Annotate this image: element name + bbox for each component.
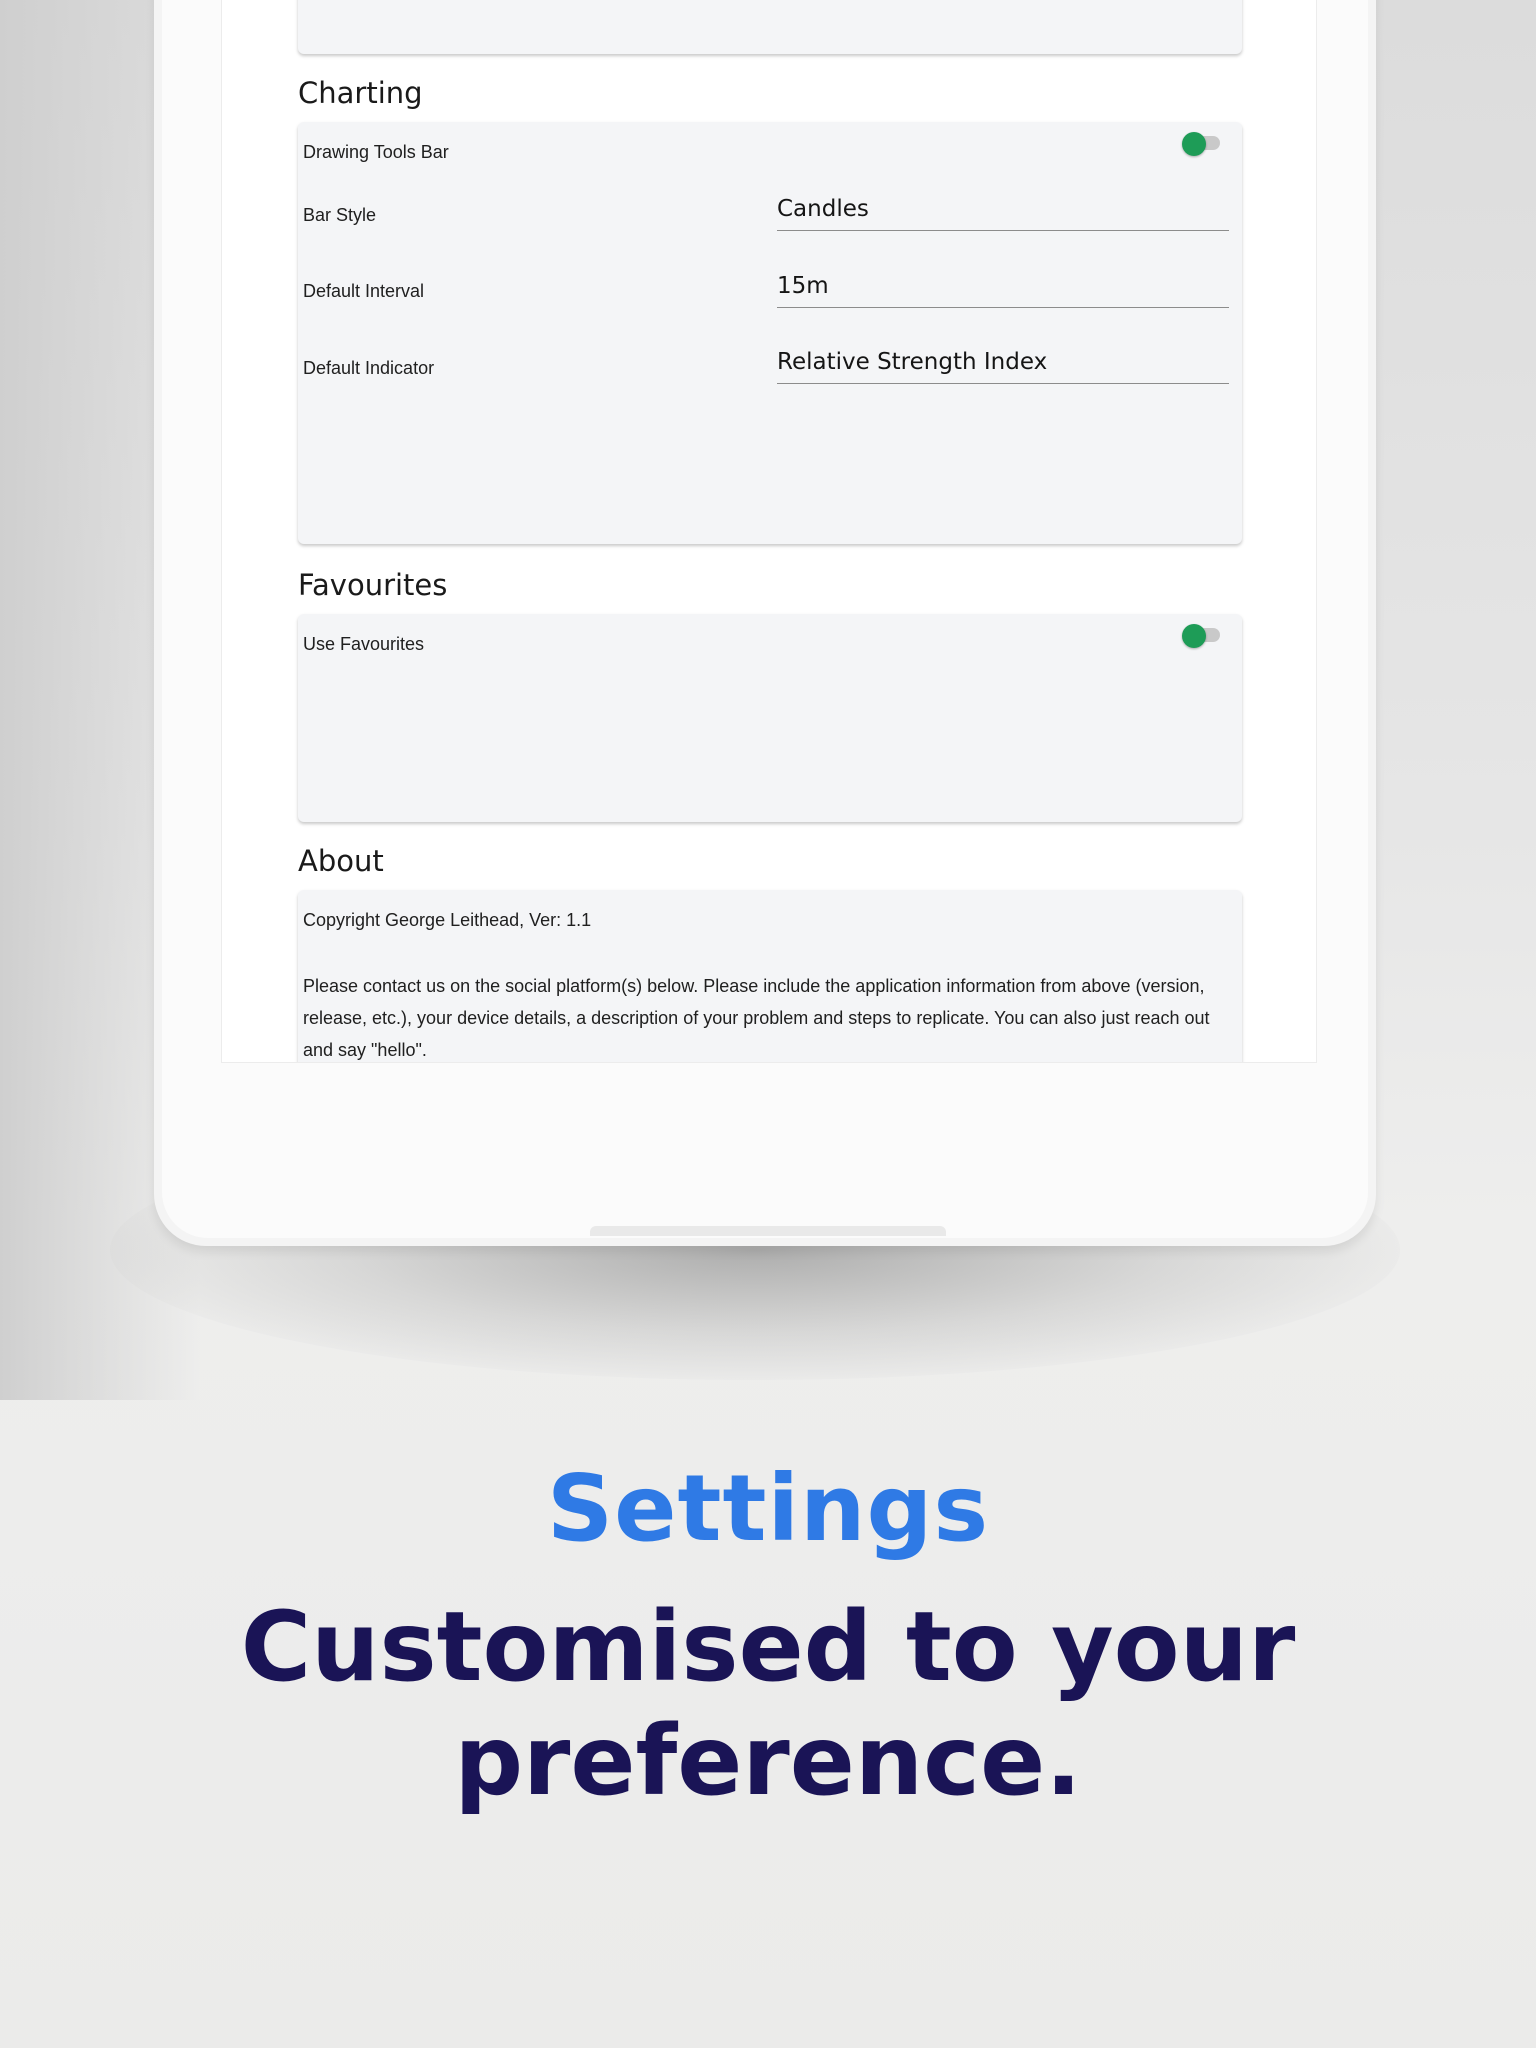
section-title-favourites: Favourites (298, 568, 448, 602)
section-title-charting: Charting (298, 76, 423, 110)
toggle-thumb (1182, 624, 1206, 648)
caption-subtitle-line-1: Customised to your (240, 1591, 1296, 1703)
previous-settings-card (298, 0, 1242, 54)
caption-subtitle-line-2: preference. (454, 1705, 1082, 1817)
home-indicator (590, 1226, 946, 1236)
bar-style-label: Bar Style (303, 205, 377, 225)
caption-title: Settings (546, 1455, 990, 1562)
use-favourites-toggle[interactable] (1180, 624, 1220, 648)
use-favourites-label: Use Favourites (303, 634, 425, 654)
copyright-text: Copyright George Leithead, Ver: 1.1 (303, 910, 592, 930)
drawing-tools-toggle[interactable] (1180, 132, 1220, 156)
drawing-tools-label: Drawing Tools Bar (303, 142, 449, 162)
default-indicator-label: Default Indicator (303, 358, 435, 378)
caption-subtitle: Customised to your preference. (0, 1590, 1536, 1818)
about-card: Copyright George Leithead, Ver: 1.1 Plea… (298, 890, 1242, 1062)
contact-text: Please contact us on the social platform… (303, 976, 1210, 1060)
section-title-about: About (298, 844, 384, 878)
default-interval-label: Default Interval (303, 281, 425, 301)
default-indicator-select[interactable]: Relative Strength Index (777, 349, 1229, 384)
app-screen: Charting Drawing Tools Bar Bar Style Can… (221, 0, 1317, 1063)
toggle-thumb (1182, 132, 1206, 156)
favourites-card: Use Favourites (298, 614, 1242, 822)
bar-style-select[interactable]: Candles (777, 196, 1229, 231)
charting-card: Drawing Tools Bar Bar Style Candles Defa… (298, 122, 1242, 544)
default-interval-select[interactable]: 15m (777, 273, 1229, 308)
